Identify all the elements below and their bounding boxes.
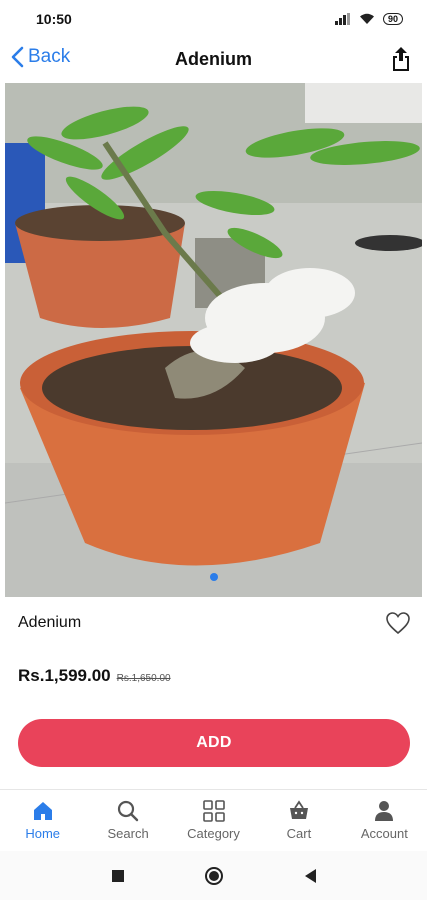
product-image[interactable] — [5, 83, 422, 597]
add-to-cart-button[interactable]: ADD — [18, 719, 410, 767]
tab-label: Account — [360, 826, 408, 841]
tab-category[interactable]: Category — [171, 790, 256, 851]
home-icon — [31, 799, 55, 823]
basket-icon — [287, 799, 311, 823]
nav-header: Back Adenium — [0, 38, 427, 82]
back-system-button[interactable] — [299, 865, 321, 887]
circle-icon — [204, 866, 223, 885]
back-button[interactable]: Back — [10, 46, 70, 68]
search-icon — [116, 799, 140, 823]
status-icons: 90 — [334, 13, 403, 25]
person-icon — [372, 799, 396, 823]
home-system-button[interactable] — [203, 865, 225, 887]
wishlist-button[interactable] — [385, 611, 411, 635]
old-price: Rs.1,650.00 — [116, 673, 171, 684]
recents-button[interactable] — [107, 865, 129, 887]
tab-home[interactable]: Home — [0, 790, 85, 851]
battery-icon: 90 — [382, 13, 403, 25]
grid-icon — [202, 799, 226, 823]
share-icon — [393, 47, 409, 71]
pager-dot — [210, 573, 218, 581]
tab-account[interactable]: Account — [342, 790, 427, 851]
chevron-left-icon — [11, 46, 24, 68]
tab-search[interactable]: Search — [85, 790, 170, 851]
price-row: Rs.1,599.00 Rs.1,650.00 — [18, 666, 171, 686]
tab-label: Category — [187, 826, 240, 841]
price: Rs.1,599.00 — [18, 666, 111, 685]
tab-label: Cart — [286, 826, 312, 841]
signal-icon — [334, 13, 350, 25]
square-icon — [111, 869, 124, 882]
status-time: 10:50 — [36, 11, 72, 27]
share-button[interactable] — [389, 46, 413, 72]
system-navigation — [0, 851, 427, 900]
product-photo — [5, 83, 422, 597]
tab-bar: Home Search Category Cart Account — [0, 789, 427, 851]
tab-cart[interactable]: Cart — [256, 790, 341, 851]
heart-outline-icon — [386, 612, 410, 635]
tab-label: Search — [107, 826, 149, 841]
back-label: Back — [28, 46, 71, 67]
status-bar: 10:50 90 — [0, 0, 427, 38]
product-name: Adenium — [18, 614, 82, 631]
triangle-back-icon — [304, 868, 316, 883]
tab-label: Home — [25, 826, 61, 841]
wifi-icon — [359, 13, 374, 24]
